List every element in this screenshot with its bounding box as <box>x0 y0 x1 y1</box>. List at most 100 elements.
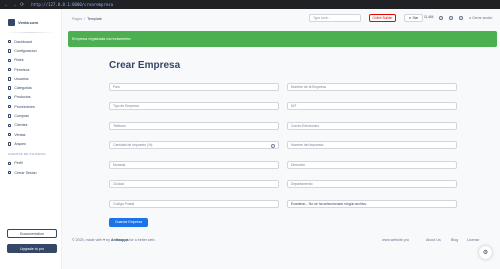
sidebar-nav: Dashboard Configuracion Roles Permisos U… <box>0 36 61 149</box>
heart-icon: ♥ <box>103 238 106 242</box>
correo-field[interactable]: Correo Electronico <box>287 122 457 130</box>
spinner-icon[interactable] <box>271 143 275 148</box>
sidebar-item-perfil[interactable]: Perfil <box>0 159 61 168</box>
sidebar-item-label: Categorias <box>14 86 32 91</box>
signout-label: Cerrar sesión <box>472 16 493 20</box>
cantidad-impuesto-placeholder: Cantidad de Impuesto (%) <box>113 143 153 147</box>
address-bar[interactable]: http://127.0.0.1:8000/crearempresa <box>31 2 113 7</box>
upgrade-button[interactable]: Upgrade to pro <box>7 244 57 253</box>
settings-icon[interactable] <box>439 16 443 20</box>
star-icon: ★ <box>408 15 412 20</box>
settings-fab-icon[interactable]: ⚙ <box>479 246 492 259</box>
breadcrumb-current: Template <box>87 16 102 21</box>
logout-icon <box>8 170 12 175</box>
alert-message: Empresa registrada correctamente. <box>72 37 132 41</box>
sidebar-item-arqueo[interactable]: Arqueo <box>0 139 61 148</box>
clients-icon <box>8 123 12 128</box>
copyright-text: © 2025, made with <box>72 238 103 242</box>
direccion-field[interactable]: Dirección <box>287 161 457 169</box>
suppliers-icon <box>8 105 12 109</box>
reload-icon[interactable]: ⟳ <box>20 2 24 8</box>
purchases-icon <box>8 114 12 118</box>
sidebar-item-label: Perfil <box>14 161 23 166</box>
dashboard-icon <box>8 39 12 44</box>
by-text: by <box>106 238 110 242</box>
top-navbar: Pages / Template Type here... Online Bui… <box>66 11 500 26</box>
sidebar-item-label: Productos <box>14 95 31 100</box>
breadcrumb-root[interactable]: Pages <box>72 17 82 21</box>
sidebar-item-productos[interactable]: Productos <box>0 93 61 102</box>
page-title: Crear Empresa <box>109 60 181 71</box>
sidebar-item-label: Configuracion <box>14 48 37 53</box>
settings-icon <box>8 49 12 53</box>
telefono-field[interactable]: Teléfono <box>109 122 279 130</box>
sidebar-item-label: Cerrar Sesion <box>14 170 37 175</box>
footer-copyright: © 2025, made with ♥ by Anttaappa for a b… <box>72 238 156 242</box>
sidebar-item-ventas[interactable]: Ventas <box>0 130 61 139</box>
sidebar-item-proveedores[interactable]: Proveedores <box>0 102 61 111</box>
sidebar-item-label: Roles <box>14 58 24 63</box>
search-input[interactable]: Type here... <box>309 14 361 22</box>
file-status: No se ha seleccionado ningún archivo. <box>308 202 368 206</box>
sidebar-item-categorias[interactable]: Categorias <box>0 83 61 92</box>
sidebar-item-dashboard[interactable]: Dashboard <box>0 37 61 46</box>
star-count: 11,464 <box>424 15 434 19</box>
sidebar-item-permisos[interactable]: Permisos <box>0 65 61 74</box>
back-icon[interactable]: ← <box>4 2 9 8</box>
brand-name: Venta.com <box>18 19 39 25</box>
ciudad-field[interactable]: Ciudad <box>109 180 279 188</box>
nombre-empresa-field[interactable]: Nombre de la Empresa <box>287 83 457 91</box>
codigo-postal-field[interactable]: Codigo Postal <box>109 200 279 208</box>
sidebar-item-label: Dashboard <box>14 39 32 44</box>
nombre-impuesto-field[interactable]: Nombre del Impuesto <box>287 141 457 149</box>
file-browse-button[interactable]: Examinar... <box>291 202 308 206</box>
signout-link[interactable]: ● Cerrar sesión <box>469 16 492 20</box>
tipo-empresa-field[interactable]: Tipo de Empresa <box>109 102 279 110</box>
cash-icon <box>8 142 12 146</box>
sidebar-item-label: Ventas <box>14 132 26 137</box>
footer-link-license[interactable]: License <box>467 238 479 242</box>
footer-link-website[interactable]: www.website.pro <box>382 238 409 242</box>
sidebar-item-compras[interactable]: Compras <box>0 111 61 120</box>
sidebar-account-nav: Perfil Cerrar Sesion <box>0 158 61 178</box>
notifications-icon[interactable] <box>449 16 453 20</box>
breadcrumb-separator: / <box>84 16 86 21</box>
author-link[interactable]: Anttaappa <box>111 238 129 242</box>
sidebar-item-label: Permisos <box>14 67 30 72</box>
sidebar-item-roles[interactable]: Roles <box>0 56 61 65</box>
brand[interactable]: Venta.com <box>0 9 61 29</box>
star-button[interactable]: ★ Star <box>404 14 423 22</box>
sidebar-item-label: Compras <box>14 114 29 119</box>
save-company-button[interactable]: Guardar Empresa <box>109 218 148 227</box>
footer-link-blog[interactable]: Blog <box>451 238 458 242</box>
nit-field[interactable]: NIT <box>287 102 457 110</box>
sidebar-item-usuarios[interactable]: Usuarios <box>0 74 61 83</box>
categories-icon <box>8 86 12 90</box>
online-builder-button[interactable]: Online Builder <box>369 14 396 22</box>
documentation-button[interactable]: Documentation <box>7 229 57 238</box>
sales-icon <box>8 132 12 137</box>
cantidad-impuesto-field[interactable]: Cantidad de Impuesto (%) <box>109 141 279 149</box>
products-icon <box>8 95 12 100</box>
sidebar-item-label: Clientes <box>14 123 28 128</box>
profile-icon <box>8 161 12 165</box>
moneda-field[interactable]: Moneda <box>109 161 279 169</box>
menu-icon[interactable] <box>459 16 463 20</box>
footer-link-about[interactable]: About Us <box>426 238 441 242</box>
sidebar-item-label: Usuarios <box>14 76 29 81</box>
sidebar-item-configuracion[interactable]: Configuracion <box>0 46 61 55</box>
sidebar-item-label: Arqueo <box>14 141 26 146</box>
roles-icon <box>8 58 12 62</box>
departamento-field[interactable]: Departamento <box>287 180 457 188</box>
footer-suffix: for a better web. <box>129 238 156 242</box>
pais-field[interactable]: País <box>109 83 279 91</box>
forward-icon[interactable]: → <box>12 2 17 8</box>
sidebar-item-clientes[interactable]: Clientes <box>0 121 61 130</box>
users-icon <box>8 77 12 81</box>
star-label: Star <box>412 15 419 20</box>
sidebar-divider <box>6 32 55 33</box>
sidebar-item-cerrar-sesion[interactable]: Cerrar Sesion <box>0 168 61 177</box>
sidebar-item-label: Proveedores <box>14 104 35 109</box>
sidebar-section-title: CUENTAS DE USUARIOS <box>8 151 46 156</box>
logo-file-input[interactable]: Examinar... No se ha seleccionado ningún… <box>287 200 457 208</box>
